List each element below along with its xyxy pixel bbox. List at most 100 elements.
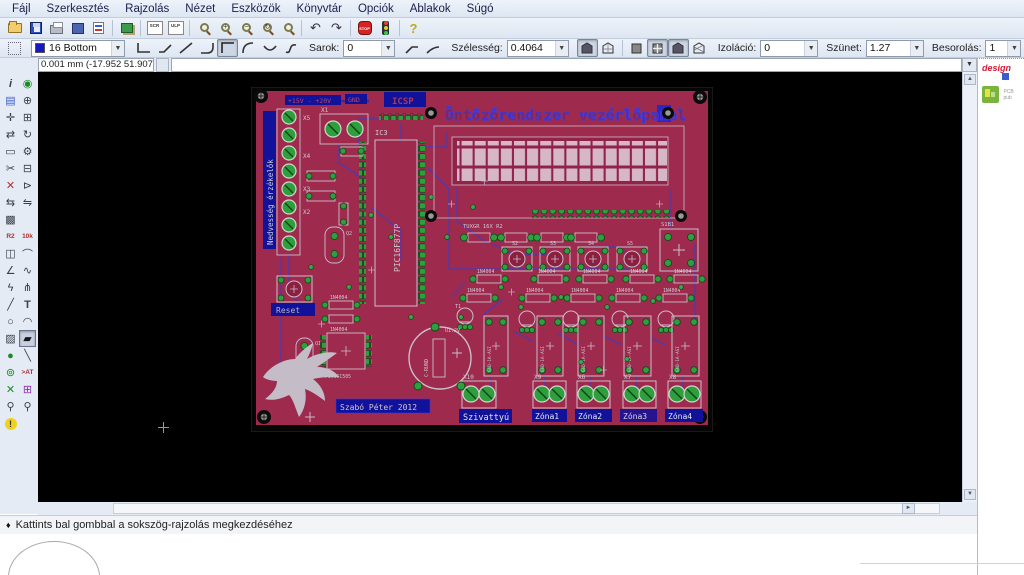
save-button[interactable] [25,19,46,37]
tool-pinswap[interactable]: ⇆ [2,194,19,211]
tool-miter[interactable]: ⌒ [19,245,36,262]
spacing-select[interactable]: 1.27 ▼ [865,39,924,57]
zoom-fit-button[interactable] [193,19,214,37]
tool-wire[interactable]: ╱ [2,296,19,313]
tool-info[interactable]: i [2,75,19,92]
cam-button[interactable] [67,19,88,37]
scroll-right-button[interactable]: ► [902,503,915,514]
tool-erc[interactable]: ⚲ [2,398,19,415]
command-splitter[interactable] [156,58,169,72]
tool-drc[interactable]: ⚲ [19,398,36,415]
command-history-dropdown[interactable]: ▼ [962,58,977,72]
bend-style-5[interactable] [238,39,259,57]
tool-route[interactable]: ϟ [2,279,19,296]
menu-help[interactable]: Súgó [459,2,502,16]
tool-autorouter[interactable]: ⊞ [19,381,36,398]
tool-add[interactable]: ⊳ [19,177,36,194]
tool-rotate[interactable]: ↻ [19,126,36,143]
menu-options[interactable]: Opciók [350,2,402,16]
help-button[interactable]: ? [403,19,424,37]
pour-solid-button[interactable] [576,39,598,57]
tool-text[interactable]: T [19,296,36,313]
orphans-off-button[interactable] [689,39,710,57]
library-button[interactable] [116,19,137,37]
tool-smash[interactable]: ◫ [2,245,19,262]
isolate-select[interactable]: 0 ▼ [760,39,819,57]
horizontal-scrollbar[interactable]: ◄ ► [38,502,977,515]
tool-lock[interactable]: ▩ [2,211,19,228]
tool-split[interactable]: ∠ [2,262,19,279]
layer-select[interactable]: 16 Bottom ▼ [31,39,125,57]
menu-view[interactable]: Nézet [177,2,223,16]
rank-select[interactable]: 1 ▼ [985,39,1022,57]
tool-via[interactable]: ● [2,347,19,364]
tool-display[interactable]: ▤ [2,92,19,109]
tool-polygon-selected[interactable]: ▰ [19,330,36,347]
tool-paste[interactable]: ⊟ [19,160,36,177]
tool-circle[interactable]: ○ [2,313,19,330]
tool-move[interactable]: ✛ [2,109,19,126]
tool-mirror[interactable]: ⇄ [2,126,19,143]
menu-draw[interactable]: Rajzolás [117,2,177,16]
menu-library[interactable]: Könyvtár [289,2,350,16]
menu-windows[interactable]: Ablakok [402,2,459,16]
bend-style-1[interactable] [154,39,175,57]
scrollbar-track[interactable] [113,503,940,514]
tool-change[interactable]: ⚙ [19,143,36,160]
tool-name[interactable]: R2 [2,228,19,245]
tool-show[interactable]: ◉ [19,75,36,92]
menu-tools[interactable]: Eszközök [223,2,288,16]
ulp-button[interactable]: ULP [165,19,186,37]
tool-gateswap[interactable]: ⇋ [19,194,36,211]
tool-attribute[interactable]: >AT [19,364,36,381]
tool-arc[interactable]: ◠ [19,313,36,330]
redo-button[interactable]: ↷ [326,19,347,37]
tool-mark[interactable]: ⊕ [19,92,36,109]
width-select[interactable]: 0.4064 ▼ [506,39,569,57]
bend-style-2[interactable] [175,39,196,57]
menu-file[interactable]: Fájl [4,2,39,16]
go-button[interactable] [375,19,396,37]
command-input[interactable] [171,58,962,72]
vertical-scrollbar[interactable]: ▲ ▼ [962,72,977,502]
tool-group[interactable]: ▭ [2,143,19,160]
tool-optimize[interactable]: ∿ [19,262,36,279]
switch-editor-button[interactable] [88,19,109,37]
tool-cut[interactable]: ✂ [2,160,19,177]
bend-style-3[interactable] [196,39,217,57]
zoom-select-button[interactable] [277,19,298,37]
scroll-down-button[interactable]: ▼ [964,489,976,500]
zoom-out-button[interactable]: − [235,19,256,37]
grid-button[interactable] [4,39,25,57]
tool-ratsnest[interactable]: ✕ [2,381,19,398]
tool-value[interactable]: 10k [19,228,36,245]
tool-rect[interactable]: ▨ [2,330,19,347]
tool-delete[interactable]: ✕ [2,177,19,194]
bend-style-0[interactable] [133,39,154,57]
tool-hole[interactable]: ⊚ [2,364,19,381]
drawing-canvas[interactable]: Öntözőrendszer vezérlőpanel +15V - +20V … [38,72,962,502]
corner-select[interactable]: 0 ▼ [343,39,396,57]
tool-ripup[interactable]: ⋔ [19,279,36,296]
thermals-off-button[interactable] [626,39,647,57]
tool-signal[interactable]: ╲ [19,347,36,364]
tool-errors[interactable]: ! [2,415,19,432]
bend-style-7[interactable] [280,39,301,57]
miter-straight-button[interactable] [401,39,422,57]
stop-button[interactable]: STOP [354,19,375,37]
zoom-in-button[interactable]: + [214,19,235,37]
zoom-redraw-button[interactable]: ↻ [256,19,277,37]
pour-hatch-button[interactable] [598,39,619,57]
bend-style-6[interactable] [259,39,280,57]
undo-button[interactable]: ↶ [305,19,326,37]
tool-copy[interactable]: ⊞ [19,109,36,126]
script-button[interactable]: SCR [144,19,165,37]
thermals-on-button[interactable] [646,39,668,57]
menu-edit[interactable]: Szerkesztés [39,2,118,16]
miter-round-button[interactable] [422,39,443,57]
scroll-up-button[interactable]: ▲ [964,74,976,85]
bend-style-4-selected[interactable] [217,39,238,57]
orphans-on-button[interactable] [667,39,689,57]
print-button[interactable] [46,19,67,37]
open-button[interactable] [4,19,25,37]
